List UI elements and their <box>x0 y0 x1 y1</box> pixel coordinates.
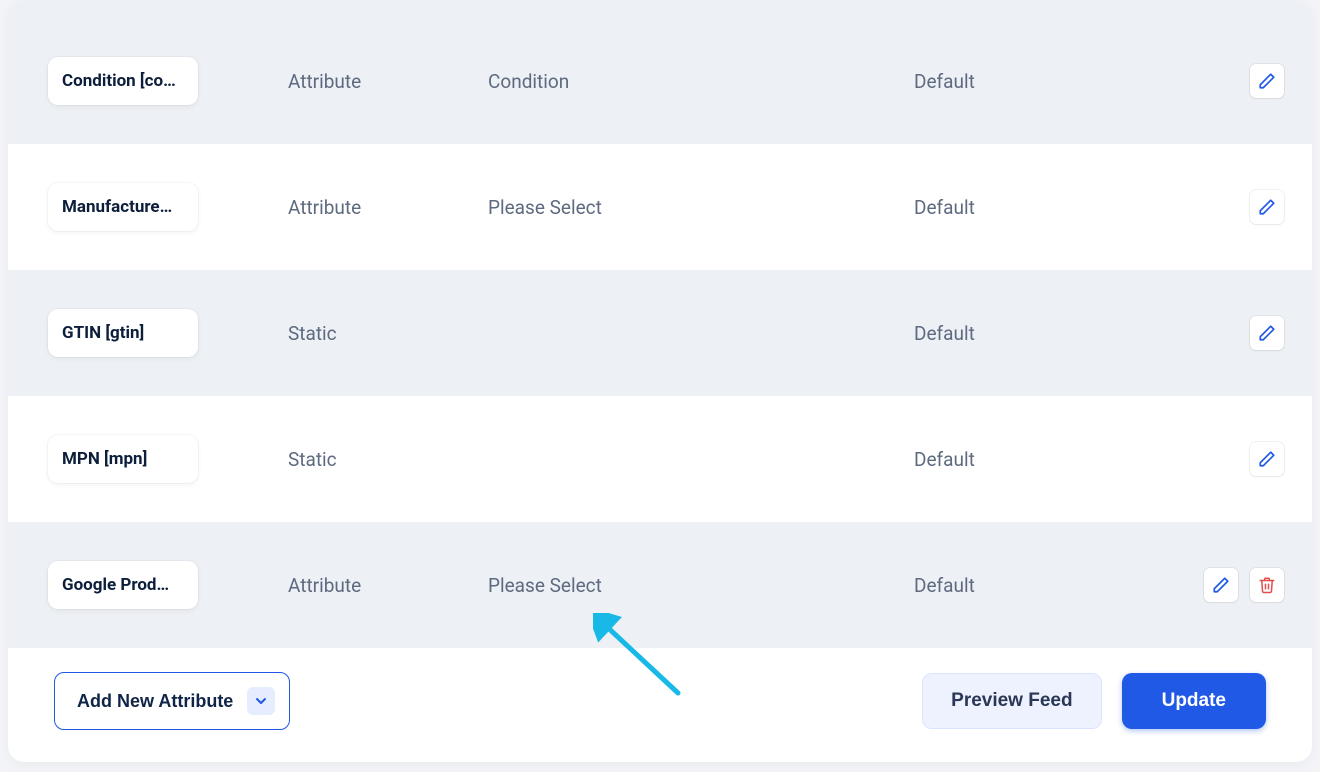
scope-cell: Default <box>914 574 1194 597</box>
attribute-mapping-card: Condition [co… Attribute Condition Defau… <box>8 0 1312 762</box>
footer: Add New Attribute Preview Feed Update <box>8 648 1312 740</box>
row-chip-cell: Condition [co… <box>48 57 288 105</box>
attribute-chip[interactable]: GTIN [gtin] <box>48 309 198 357</box>
type-cell: Attribute <box>288 196 488 219</box>
row-actions <box>1194 64 1284 98</box>
add-attribute-caret <box>247 687 275 715</box>
row-chip-cell: Manufacture… <box>48 183 288 231</box>
row-chip-cell: MPN [mpn] <box>48 435 288 483</box>
attribute-row: Condition [co… Attribute Condition Defau… <box>8 18 1312 144</box>
attribute-chip[interactable]: Manufacture… <box>48 183 198 231</box>
attribute-rows: Condition [co… Attribute Condition Defau… <box>8 0 1312 648</box>
delete-button[interactable] <box>1250 568 1284 602</box>
value-cell: Condition <box>488 70 914 93</box>
attribute-chip[interactable]: Condition [co… <box>48 57 198 105</box>
footer-right-buttons: Preview Feed Update <box>922 673 1266 729</box>
pencil-icon <box>1212 576 1230 594</box>
update-button[interactable]: Update <box>1122 673 1266 729</box>
value-cell: Please Select <box>488 196 914 219</box>
row-top-sliver <box>8 0 1312 18</box>
row-actions <box>1194 568 1284 602</box>
scope-cell: Default <box>914 448 1194 471</box>
type-cell: Static <box>288 448 488 471</box>
page: Condition [co… Attribute Condition Defau… <box>0 0 1320 772</box>
attribute-chip[interactable]: MPN [mpn] <box>48 435 198 483</box>
attribute-row: GTIN [gtin] Static Default <box>8 270 1312 396</box>
type-cell: Attribute <box>288 574 488 597</box>
scope-cell: Default <box>914 196 1194 219</box>
chevron-down-icon <box>253 693 269 709</box>
preview-feed-button[interactable]: Preview Feed <box>922 673 1101 729</box>
value-cell: Please Select <box>488 574 914 597</box>
edit-button[interactable] <box>1250 442 1284 476</box>
pencil-icon <box>1258 324 1276 342</box>
edit-button[interactable] <box>1250 316 1284 350</box>
edit-button[interactable] <box>1204 568 1238 602</box>
trash-icon <box>1258 576 1276 594</box>
attribute-chip[interactable]: Google Prod… <box>48 561 198 609</box>
scope-cell: Default <box>914 70 1194 93</box>
attribute-row: MPN [mpn] Static Default <box>8 396 1312 522</box>
row-chip-cell: Google Prod… <box>48 561 288 609</box>
pencil-icon <box>1258 198 1276 216</box>
type-cell: Attribute <box>288 70 488 93</box>
row-actions <box>1194 190 1284 224</box>
row-chip-cell: GTIN [gtin] <box>48 309 288 357</box>
type-cell: Static <box>288 322 488 345</box>
pencil-icon <box>1258 72 1276 90</box>
row-actions <box>1194 316 1284 350</box>
scope-cell: Default <box>914 322 1194 345</box>
pencil-icon <box>1258 450 1276 468</box>
row-actions <box>1194 442 1284 476</box>
attribute-row: Google Prod… Attribute Please Select Def… <box>8 522 1312 648</box>
edit-button[interactable] <box>1250 64 1284 98</box>
add-attribute-label: Add New Attribute <box>77 691 233 712</box>
add-attribute-button[interactable]: Add New Attribute <box>54 672 290 730</box>
edit-button[interactable] <box>1250 190 1284 224</box>
attribute-row: Manufacture… Attribute Please Select Def… <box>8 144 1312 270</box>
